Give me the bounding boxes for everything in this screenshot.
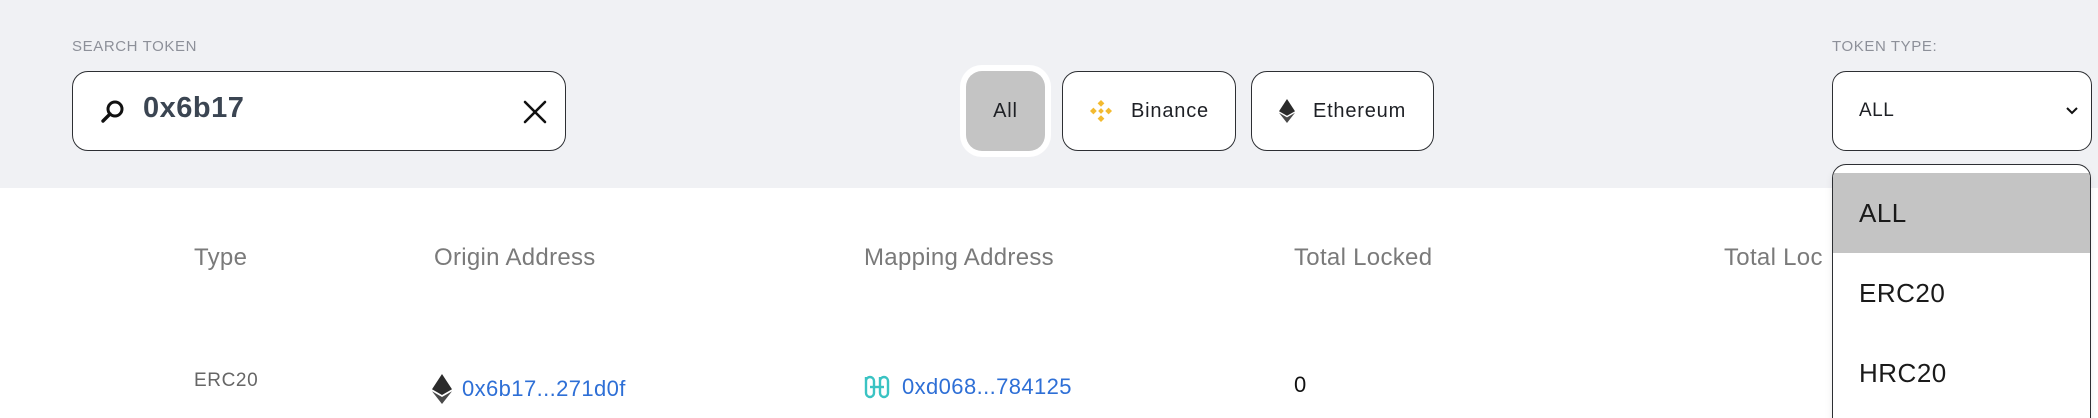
token-type-option-all[interactable]: ALL (1833, 173, 2090, 253)
filter-bar: SEARCH TOKEN 0x6b17 All Binance Ethereum… (0, 0, 2098, 188)
token-type-option-hrc20[interactable]: HRC20 (1833, 333, 2090, 413)
mapping-address-link[interactable]: 0xd068...784125 (862, 374, 1072, 400)
network-filter-ethereum-button[interactable]: Ethereum (1251, 71, 1434, 151)
row-token-type: ERC20 (194, 370, 259, 391)
token-type-option-erc20[interactable]: ERC20 (1833, 253, 2090, 333)
token-type-selected-value: ALL (1859, 100, 1895, 121)
network-filter-ethereum-label: Ethereum (1312, 99, 1407, 122)
token-type-select[interactable]: ALL (1832, 71, 2092, 151)
search-input[interactable]: 0x6b17 (72, 71, 566, 151)
column-header-mapping-address: Mapping Address (864, 244, 1054, 271)
token-type-dropdown-menu: ALL ERC20 HRC20 (1832, 164, 2091, 418)
column-header-total-locked-usd: Total Loc (1724, 244, 1823, 271)
column-header-type: Type (194, 244, 248, 271)
token-type-label: TOKEN TYPE: (1832, 38, 1938, 55)
origin-address-link[interactable]: 0x6b17...271d0f (432, 374, 626, 404)
chevron-down-icon (2066, 107, 2078, 115)
binance-icon (1089, 99, 1113, 123)
network-filter-binance-button[interactable]: Binance (1062, 71, 1236, 151)
row-total-locked: 0 (1294, 372, 1307, 397)
column-header-total-locked: Total Locked (1294, 244, 1433, 271)
network-filter-binance-label: Binance (1131, 99, 1209, 122)
search-icon (101, 100, 124, 123)
network-filter-all-label: All (993, 99, 1018, 122)
origin-address-text: 0x6b17...271d0f (462, 376, 626, 401)
column-header-origin-address: Origin Address (434, 244, 596, 271)
ethereum-icon (432, 374, 452, 404)
ethereum-icon (1278, 99, 1295, 123)
mapping-address-text: 0xd068...784125 (902, 374, 1072, 399)
search-value[interactable]: 0x6b17 (143, 92, 244, 125)
search-label: SEARCH TOKEN (72, 38, 198, 55)
close-icon[interactable] (519, 96, 551, 128)
harmony-icon (862, 374, 892, 400)
network-filter-all-button[interactable]: All (966, 71, 1045, 151)
